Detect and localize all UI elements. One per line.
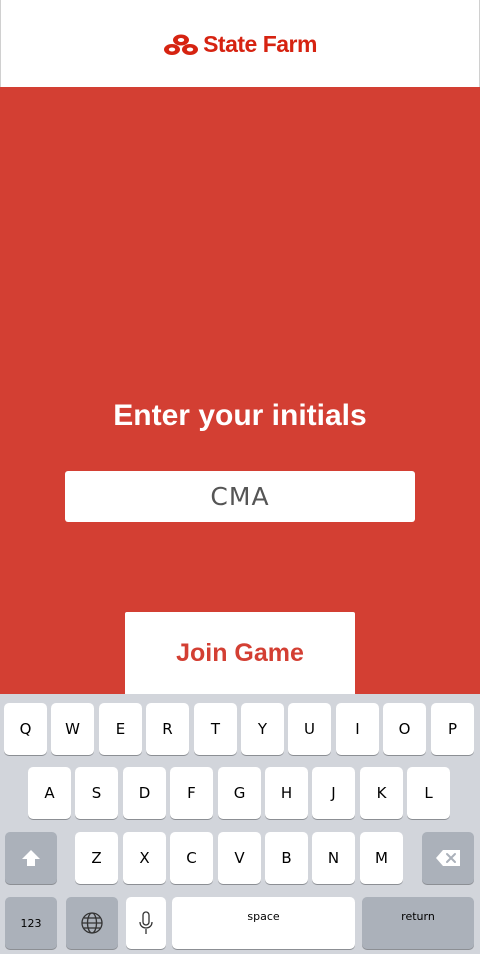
key-q[interactable]: Q — [4, 703, 47, 755]
brand-name: State Farm — [203, 31, 317, 57]
key-i[interactable]: I — [336, 703, 379, 755]
key-m[interactable]: M — [360, 832, 403, 884]
globe-key[interactable] — [66, 897, 118, 949]
key-s[interactable]: S — [75, 767, 118, 819]
space-key[interactable]: space — [172, 897, 355, 949]
key-x[interactable]: X — [123, 832, 166, 884]
key-k[interactable]: K — [360, 767, 403, 819]
return-key[interactable]: return — [362, 897, 474, 949]
initials-prompt: Enter your initials — [113, 399, 367, 432]
shift-icon — [22, 850, 40, 866]
join-panel: Enter your initials Join Game — [0, 87, 480, 694]
backspace-icon — [436, 850, 460, 866]
three-ovals-logo-icon — [164, 34, 199, 55]
on-screen-keyboard: Q W E R T Y U I O P A S D F G H J K L Z … — [0, 694, 480, 954]
key-r[interactable]: R — [146, 703, 189, 755]
shift-key[interactable] — [5, 832, 57, 884]
key-w[interactable]: W — [51, 703, 94, 755]
globe-icon — [81, 912, 103, 934]
numbers-key[interactable]: 123 — [5, 897, 57, 949]
microphone-icon — [139, 911, 153, 934]
key-g[interactable]: G — [218, 767, 261, 819]
dictation-key[interactable] — [126, 897, 166, 949]
key-o[interactable]: O — [383, 703, 426, 755]
key-y[interactable]: Y — [241, 703, 284, 755]
key-d[interactable]: D — [123, 767, 166, 819]
key-e[interactable]: E — [99, 703, 142, 755]
initials-input[interactable] — [65, 471, 415, 522]
key-f[interactable]: F — [170, 767, 213, 819]
key-v[interactable]: V — [218, 832, 261, 884]
backspace-key[interactable] — [422, 832, 474, 884]
key-a[interactable]: A — [28, 767, 71, 819]
app-header: State Farm — [0, 0, 480, 87]
key-z[interactable]: Z — [75, 832, 118, 884]
join-game-button[interactable]: Join Game — [125, 612, 355, 694]
state-farm-logo: State Farm — [163, 31, 317, 58]
key-t[interactable]: T — [194, 703, 237, 755]
key-p[interactable]: P — [431, 703, 474, 755]
key-j[interactable]: J — [312, 767, 355, 819]
key-u[interactable]: U — [288, 703, 331, 755]
key-b[interactable]: B — [265, 832, 308, 884]
key-n[interactable]: N — [312, 832, 355, 884]
key-l[interactable]: L — [407, 767, 450, 819]
key-c[interactable]: C — [170, 832, 213, 884]
key-h[interactable]: H — [265, 767, 308, 819]
